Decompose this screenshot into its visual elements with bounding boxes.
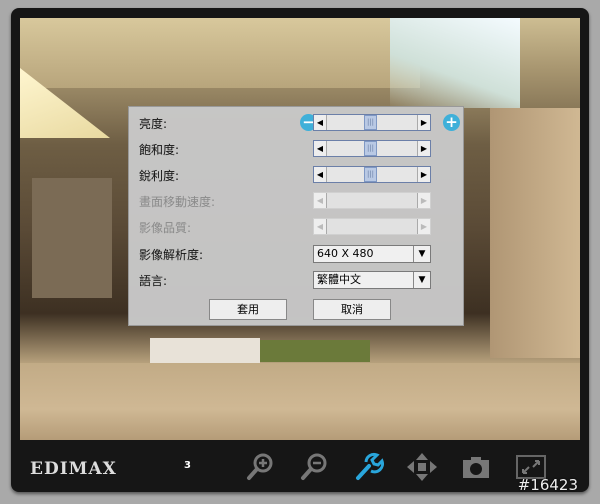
- quality-label: 影像品質:: [139, 221, 192, 235]
- brightness-label: 亮度:: [139, 117, 168, 131]
- saturation-slider[interactable]: ◀ ||| ▶: [313, 140, 431, 157]
- pan-speed-row: 畫面移動速度: ◀ ▶: [139, 191, 463, 211]
- zoom-out-icon[interactable]: [298, 452, 330, 482]
- sharpness-row: 銳利度: ◀ ||| ▶: [139, 165, 463, 185]
- brightness-slider[interactable]: ◀ ||| ▶: [313, 114, 431, 131]
- brightness-row: 亮度: − ◀ ||| ▶ +: [139, 113, 463, 133]
- cancel-button[interactable]: 取消: [313, 299, 391, 320]
- pan-speed-slider: ◀ ▶: [313, 192, 431, 209]
- settings-dialog: 亮度: − ◀ ||| ▶ + 飽和度: ◀ ||| ▶ 銳利度: ◀ ||| ▶ 畫面移動…: [128, 106, 464, 326]
- chevron-down-icon[interactable]: ▼: [413, 272, 430, 288]
- apply-button[interactable]: 套用: [209, 299, 287, 320]
- pan-speed-label: 畫面移動速度:: [139, 195, 216, 209]
- language-label: 語言:: [139, 274, 168, 288]
- resolution-row: 影像解析度: 640 X 480 ▼: [139, 244, 463, 264]
- viewer-count: 3: [184, 460, 191, 471]
- watermark: #16423: [517, 476, 578, 494]
- quality-row: 影像品質: ◀ ▶: [139, 217, 463, 237]
- saturation-label: 飽和度:: [139, 143, 180, 157]
- sharpness-label: 銳利度:: [139, 169, 180, 183]
- zoom-in-icon[interactable]: [244, 452, 276, 482]
- move-icon[interactable]: [406, 452, 438, 482]
- language-value: 繁體中文: [317, 273, 361, 286]
- language-select[interactable]: 繁體中文 ▼: [313, 271, 431, 289]
- resolution-value: 640 X 480: [317, 247, 374, 260]
- resolution-select[interactable]: 640 X 480 ▼: [313, 245, 431, 263]
- increase-brightness-icon[interactable]: +: [443, 114, 460, 131]
- sharpness-slider[interactable]: ◀ ||| ▶: [313, 166, 431, 183]
- toolbar: EDIMAX 3 #16423: [20, 440, 580, 494]
- edimax-logo: EDIMAX: [30, 459, 117, 479]
- saturation-row: 飽和度: ◀ ||| ▶: [139, 139, 463, 159]
- resolution-label: 影像解析度:: [139, 248, 204, 262]
- language-row: 語言: 繁體中文 ▼: [139, 270, 463, 290]
- wrench-icon[interactable]: [352, 452, 384, 482]
- quality-slider: ◀ ▶: [313, 218, 431, 235]
- chevron-down-icon[interactable]: ▼: [413, 246, 430, 262]
- camera-icon[interactable]: [460, 452, 492, 482]
